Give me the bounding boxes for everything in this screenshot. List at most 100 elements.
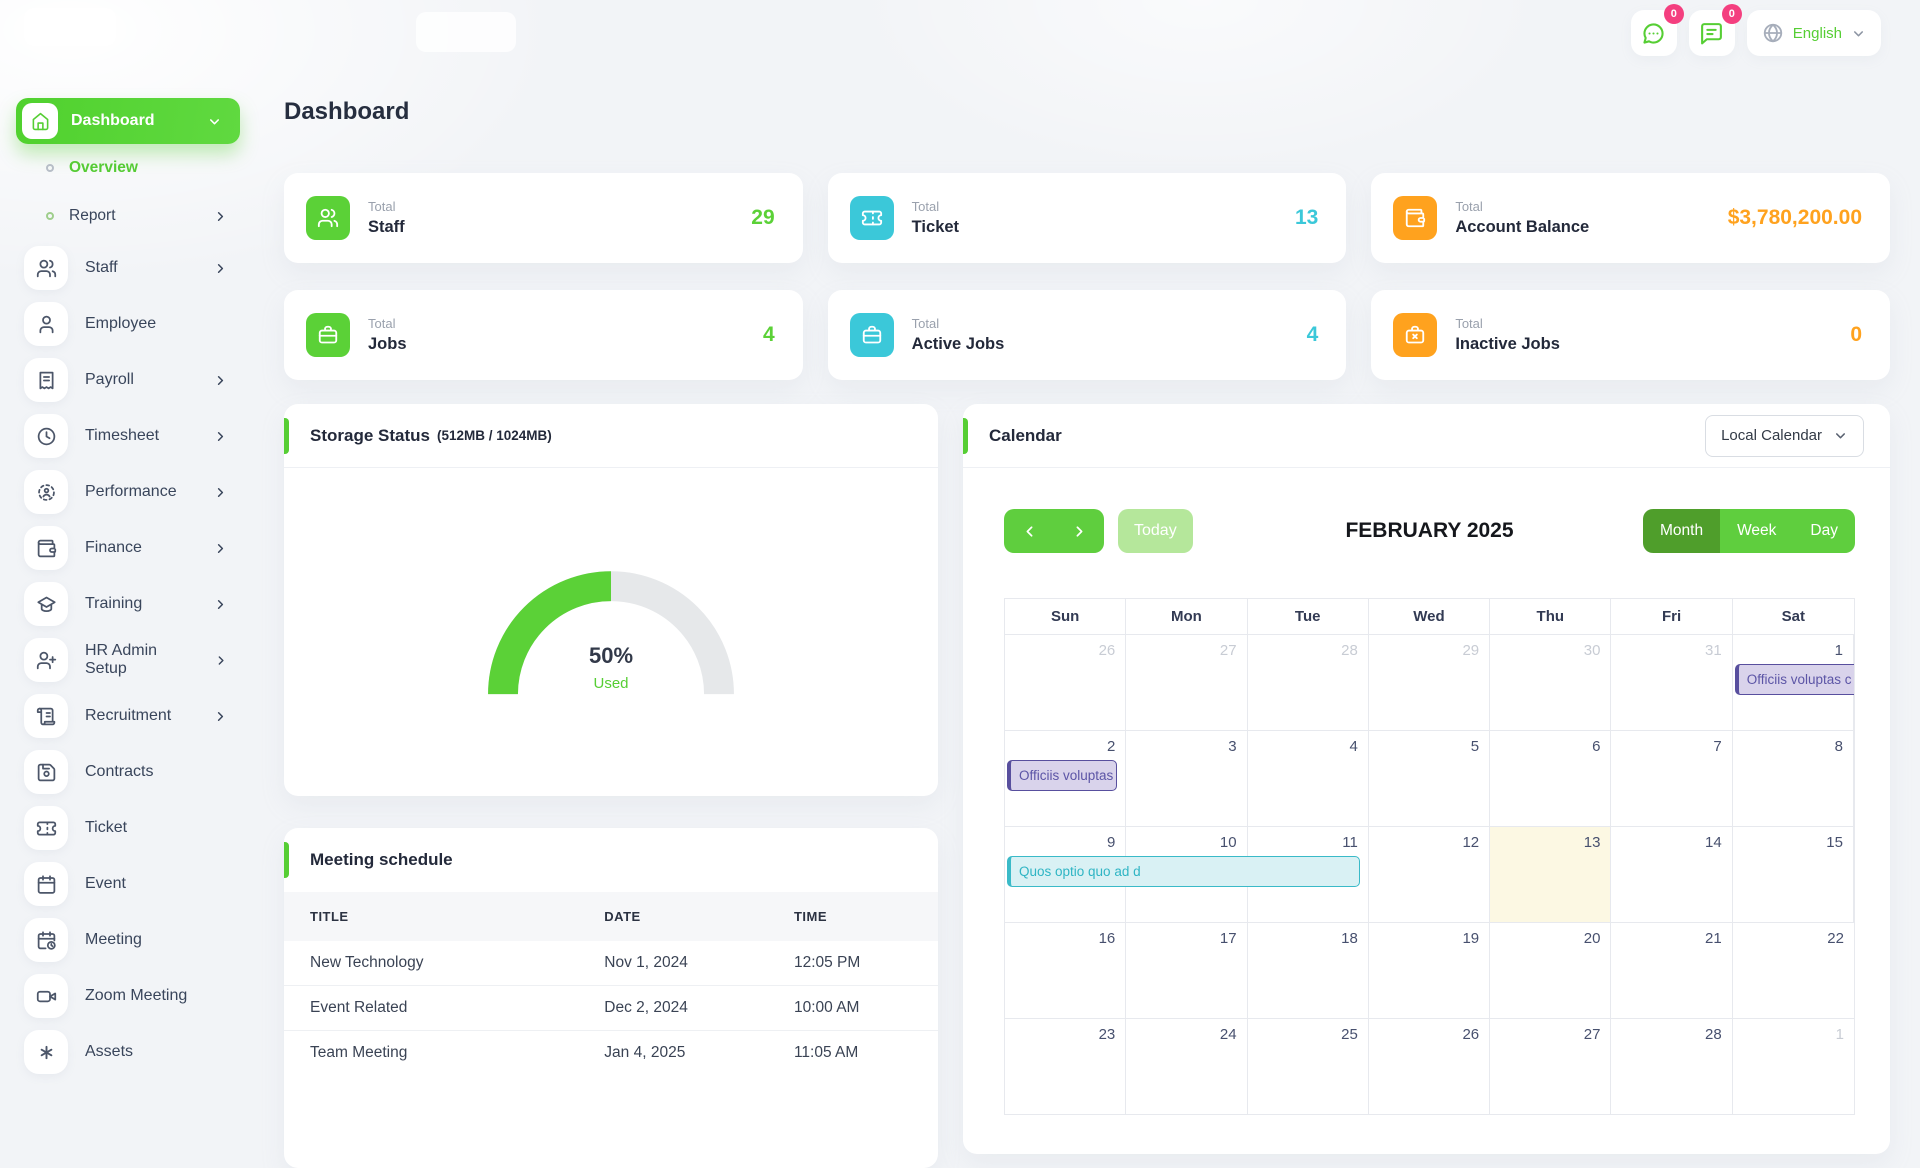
calendar-day-cell[interactable]: 27 [1490, 1019, 1611, 1114]
sidebar-item-label: Overview [69, 159, 138, 177]
calendar-today-button[interactable]: Today [1118, 509, 1193, 553]
sidebar-item-label: Employee [85, 315, 156, 333]
sidebar-item-staff[interactable]: Staff [16, 240, 240, 296]
calendar-day-cell[interactable]: 12 [1369, 827, 1490, 922]
sidebar-active-iconbox [22, 103, 58, 139]
table-row: New TechnologyNov 1, 202412:05 PM [284, 941, 938, 986]
calendar-day-cell[interactable]: 1 [1733, 1019, 1854, 1114]
sidebar-item-overview[interactable]: Overview [16, 144, 240, 192]
storage-percent: 50% [476, 643, 746, 669]
calendar-day-cell[interactable]: 18 [1248, 923, 1369, 1018]
sidebar-iconbox [24, 974, 68, 1018]
calendar-day-cell[interactable]: 28 [1611, 1019, 1732, 1114]
view-week-button[interactable]: Week [1720, 509, 1793, 553]
sidebar-item-assets[interactable]: Assets [16, 1024, 240, 1080]
calendar-day-cell[interactable]: 13 [1490, 827, 1611, 922]
view-month-button[interactable]: Month [1643, 509, 1720, 553]
calendar-day-cell[interactable]: 31 [1611, 635, 1732, 730]
sidebar-item-zoom-meeting[interactable]: Zoom Meeting [16, 968, 240, 1024]
sidebar-item-performance[interactable]: Performance [16, 464, 240, 520]
sidebar-item-employee[interactable]: Employee [16, 296, 240, 352]
view-day-button[interactable]: Day [1793, 509, 1855, 553]
calendar-event-title: Officiis voluptas c [1019, 768, 1117, 783]
day-number: 27 [1220, 642, 1237, 659]
calendar-day-cell[interactable]: 8 [1733, 731, 1854, 826]
stat-label: Jobs [368, 335, 407, 354]
calendar-day-cell[interactable]: 17 [1126, 923, 1247, 1018]
calendar-day-cell[interactable]: 22 [1733, 923, 1854, 1018]
header-chat-button[interactable]: 0 [1631, 10, 1677, 56]
sidebar-item-timesheet[interactable]: Timesheet [16, 408, 240, 464]
calendar-day-cell[interactable]: 26 [1005, 635, 1126, 730]
calendar-day-cell[interactable]: 25 [1248, 1019, 1369, 1114]
stat-text: TotalAccount Balance [1455, 199, 1589, 237]
calendar-day-cell[interactable]: 27 [1126, 635, 1247, 730]
calendar-month-title: FEBRUARY 2025 [1345, 519, 1513, 543]
calendar-day-cell[interactable]: 28 [1248, 635, 1369, 730]
calendar-next-button[interactable] [1054, 509, 1104, 553]
meeting-schedule-card: Meeting schedule TITLEDATETIME New Techn… [284, 828, 938, 1168]
main-content: Dashboard TotalStaff29TotalTicket13Total… [284, 70, 1890, 1168]
day-number: 24 [1220, 1026, 1237, 1043]
calendar-day-cell[interactable]: 14 [1611, 827, 1732, 922]
language-selector[interactable]: English [1747, 10, 1881, 56]
day-number: 5 [1471, 738, 1479, 755]
user-icon [36, 314, 57, 335]
storage-status-card: Storage Status (512MB / 1024MB) 50% Used [284, 404, 938, 796]
calendar-type-select[interactable]: Local Calendar [1705, 415, 1864, 457]
calendar-event[interactable]: Officiis voluptas c [1735, 664, 1854, 695]
sidebar-item-hr-admin-setup[interactable]: HR Admin Setup [16, 632, 240, 688]
calendar-day-cell[interactable]: 7 [1611, 731, 1732, 826]
sidebar-item-label: HR Admin Setup [85, 642, 197, 678]
calendar-day-cell[interactable]: 20 [1490, 923, 1611, 1018]
calendar-day-cell[interactable]: 21 [1611, 923, 1732, 1018]
sidebar-item-label: Report [69, 207, 116, 225]
calendar-day-cell[interactable]: 3 [1126, 731, 1247, 826]
meeting-time: 11:05 AM [768, 1031, 938, 1076]
bullet-icon [46, 164, 54, 172]
stat-card-active-jobs: TotalActive Jobs4 [828, 290, 1347, 380]
calendar-day-cell[interactable]: 16 [1005, 923, 1126, 1018]
calendar-event[interactable]: Quos optio quo ad d [1007, 856, 1360, 887]
calendar-day-cell[interactable]: 29 [1369, 635, 1490, 730]
weekday-label: Fri [1611, 599, 1732, 634]
sidebar-item-training[interactable]: Training [16, 576, 240, 632]
asterisk-icon [36, 1042, 57, 1063]
sidebar-item-recruitment[interactable]: Recruitment [16, 688, 240, 744]
sidebar-item-ticket[interactable]: Ticket [16, 800, 240, 856]
calendar-event[interactable]: Officiis voluptas c [1007, 760, 1117, 791]
sidebar-iconbox [24, 862, 68, 906]
day-number: 31 [1705, 642, 1722, 659]
meeting-column-header: TIME [768, 892, 938, 941]
sidebar-item-payroll[interactable]: Payroll [16, 352, 240, 408]
calendar-day-cell[interactable]: 6 [1490, 731, 1611, 826]
sidebar-menu: Dashboard Overview Report Staff Employee Payr… [16, 98, 240, 1080]
calendar-day-cell[interactable]: 5 [1369, 731, 1490, 826]
home-icon [31, 112, 50, 131]
calendar-day-cell[interactable]: 19 [1369, 923, 1490, 1018]
sidebar-item-report[interactable]: Report [16, 192, 240, 240]
calendar-card-header: Calendar Local Calendar [963, 404, 1890, 468]
sidebar-item-event[interactable]: Event [16, 856, 240, 912]
sidebar-iconbox [24, 638, 68, 682]
sidebar-iconbox [24, 806, 68, 850]
sidebar-item-dashboard[interactable]: Dashboard [16, 98, 240, 144]
chevron-right-icon [213, 261, 228, 276]
calendar-day-cell[interactable]: 15 [1733, 827, 1854, 922]
calendar-day-cell[interactable]: 4 [1248, 731, 1369, 826]
sidebar-item-label: Event [85, 875, 126, 893]
sidebar-item-meeting[interactable]: Meeting [16, 912, 240, 968]
sidebar-item-contracts[interactable]: Contracts [16, 744, 240, 800]
calendar-day-cell[interactable]: 23 [1005, 1019, 1126, 1114]
day-number: 10 [1220, 834, 1237, 851]
calendar-body: Today FEBRUARY 2025 MonthWeekDay SunMonT… [963, 509, 1890, 1115]
calendar-prev-button[interactable] [1004, 509, 1054, 553]
calendar-week-row: 2345678Officiis voluptas c [1005, 730, 1854, 826]
sidebar-item-finance[interactable]: Finance [16, 520, 240, 576]
calendar-day-cell[interactable]: 30 [1490, 635, 1611, 730]
calendar-day-cell[interactable]: 24 [1126, 1019, 1247, 1114]
calendar-day-cell[interactable]: 26 [1369, 1019, 1490, 1114]
header-messages-button[interactable]: 0 [1689, 10, 1735, 56]
day-number: 9 [1107, 834, 1115, 851]
weekday-label: Tue [1248, 599, 1369, 634]
